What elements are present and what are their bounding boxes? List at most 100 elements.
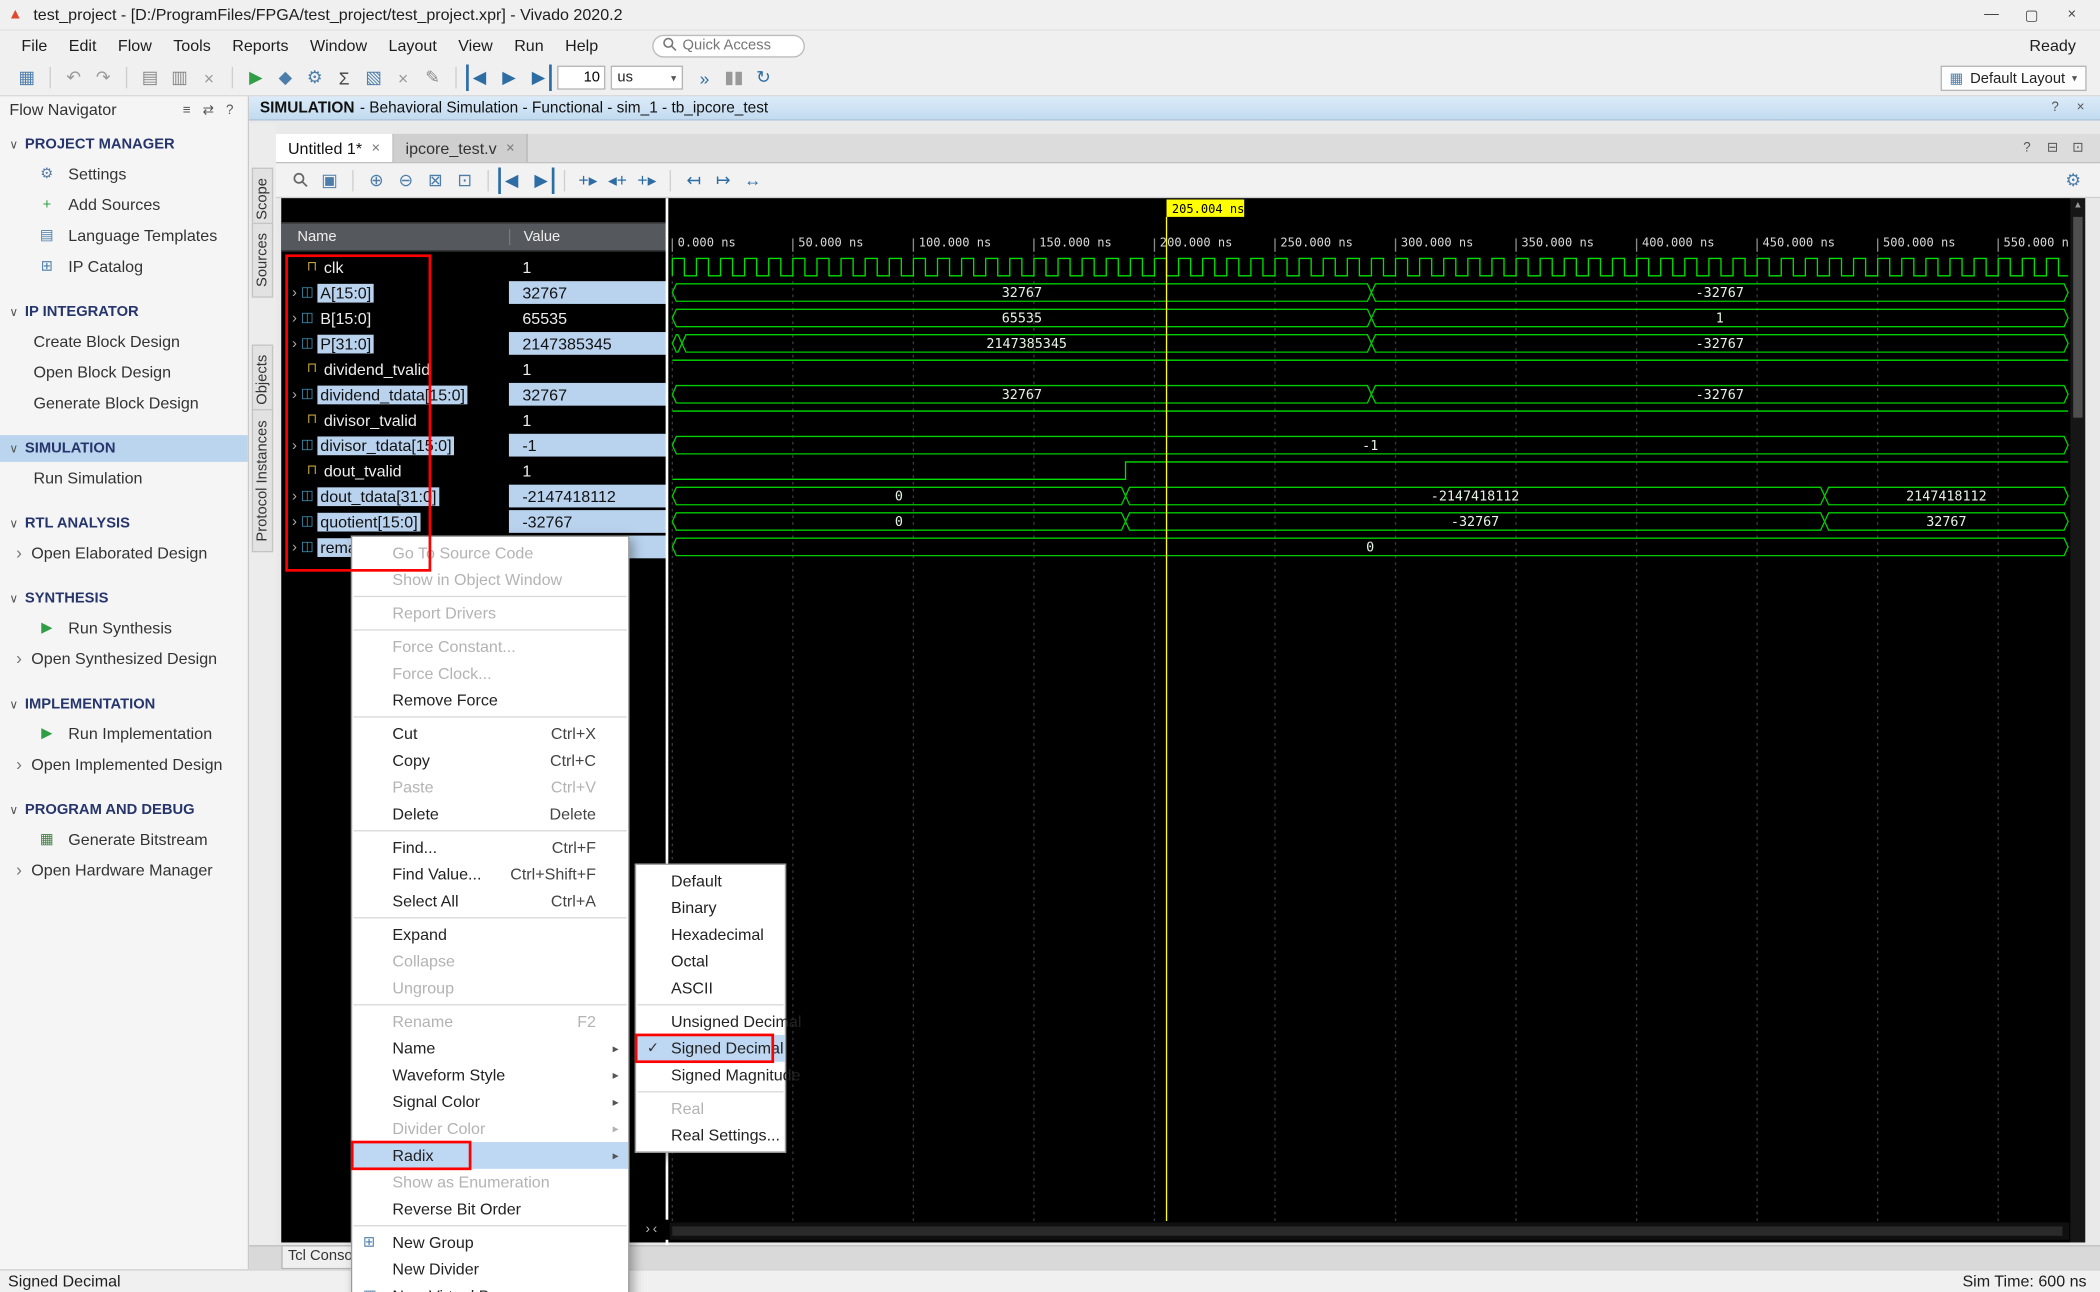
swap-cursor-icon[interactable]: ↔ — [739, 167, 766, 194]
report-icon[interactable]: ▧ — [360, 64, 387, 91]
tab-ipcore-test-v[interactable]: ipcore_test.v× — [393, 134, 528, 162]
zoom-cursor-icon[interactable]: ⊡ — [451, 167, 478, 194]
menu-help[interactable]: Help — [554, 32, 608, 59]
signal-row[interactable]: ›◫A[15:0]32767 — [281, 280, 667, 305]
menu-item-reverse-bit-order[interactable]: Reverse Bit Order — [352, 1196, 628, 1223]
close-button[interactable]: × — [2052, 0, 2092, 29]
menu-item-unsigned-decimal[interactable]: Unsigned Decimal — [636, 1008, 785, 1035]
next-transition-icon[interactable]: ▶ — [528, 167, 555, 194]
chevron-right-icon[interactable]: › — [16, 542, 22, 562]
signal-row[interactable]: ›◫B[15:0]65535 — [281, 305, 667, 330]
flow-section-synthesis[interactable]: ∨SYNTHESIS — [0, 585, 248, 612]
signal-row[interactable]: ⊓clk1 — [281, 254, 667, 279]
menu-layout[interactable]: Layout — [378, 32, 448, 59]
flow-item-generate-block-design[interactable]: Generate Block Design — [0, 387, 248, 418]
menu-item-hexadecimal[interactable]: Hexadecimal — [636, 921, 785, 948]
flow-item-open-block-design[interactable]: Open Block Design — [0, 356, 248, 387]
chevron-right-icon[interactable]: › — [292, 539, 297, 555]
gear-icon[interactable]: ⚙ — [33, 164, 60, 183]
time-unit-select[interactable]: us ▾ — [611, 66, 683, 90]
step-icon[interactable]: » — [691, 64, 718, 91]
flow-section-rtl-analysis[interactable]: ∨RTL ANALYSIS — [0, 510, 248, 537]
menu-run[interactable]: Run — [503, 32, 554, 59]
chevron-right-icon[interactable]: › — [292, 437, 297, 453]
signal-row[interactable]: ›◫dout_tdata[31:0]-2147418112 — [281, 483, 667, 508]
menu-item-signed-decimal[interactable]: ✓Signed Decimal — [636, 1035, 785, 1062]
menu-item-default[interactable]: Default — [636, 868, 785, 895]
menu-item-real-settings[interactable]: Real Settings... — [636, 1122, 785, 1149]
float-icon[interactable]: ⊟ — [2044, 139, 2061, 156]
goto-start-icon[interactable]: ↤ — [680, 167, 707, 194]
menu-view[interactable]: View — [448, 32, 504, 59]
menu-item-name[interactable]: Name▸ — [352, 1035, 628, 1062]
signal-row[interactable]: ⊓dividend_tvalid1 — [281, 356, 667, 381]
chevron-right-icon[interactable]: › — [292, 386, 297, 402]
maximize-button[interactable]: ▢ — [2012, 0, 2052, 29]
scrollbar-thumb[interactable] — [2073, 217, 2082, 418]
flow-item-open-hardware-manager[interactable]: ›Open Hardware Manager — [0, 854, 248, 885]
signal-row[interactable]: ⊓dout_tvalid1 — [281, 458, 667, 483]
restart-icon[interactable]: ◀ — [466, 64, 493, 91]
chevron-right-icon[interactable]: › — [16, 648, 22, 668]
settings-icon[interactable]: ⚙ — [301, 64, 328, 91]
paste-icon[interactable]: ▥ — [166, 64, 193, 91]
run-all-icon[interactable]: ▶ — [496, 64, 523, 91]
find-icon[interactable] — [287, 167, 314, 194]
flow-section-simulation[interactable]: ∨SIMULATION — [0, 435, 248, 462]
chevron-right-icon[interactable]: › — [646, 1222, 650, 1237]
chevron-right-icon[interactable]: › — [292, 310, 297, 326]
menu-file[interactable]: File — [11, 32, 58, 59]
ip-catalog-icon[interactable]: ⊞ — [33, 256, 60, 275]
switch-icon[interactable]: ⇄ — [200, 101, 217, 118]
signal-row[interactable]: ⊓divisor_tvalid1 — [281, 407, 667, 432]
menu-window[interactable]: Window — [299, 32, 378, 59]
relaunch-icon[interactable]: ↻ — [750, 64, 777, 91]
flow-item-generate-bitstream[interactable]: ▦Generate Bitstream — [0, 823, 248, 854]
flow-item-run-implementation[interactable]: ▶Run Implementation — [0, 718, 248, 749]
run-icon[interactable]: ▶ — [242, 64, 269, 91]
flow-item-add-sources[interactable]: +Add Sources — [0, 189, 248, 220]
add-marker-icon[interactable]: +▸ — [575, 167, 602, 194]
menu-item-remove-force[interactable]: Remove Force — [352, 687, 628, 714]
cancel-icon[interactable]: × — [390, 64, 417, 91]
close-icon[interactable]: × — [506, 140, 515, 156]
chevron-right-icon[interactable]: › — [292, 335, 297, 351]
flow-item-open-implemented-design[interactable]: ›Open Implemented Design — [0, 748, 248, 779]
side-tab-protocol-instances[interactable]: Protocol Instances — [252, 410, 273, 553]
horizontal-scrollbar[interactable] — [670, 1222, 2070, 1239]
chevron-right-icon[interactable]: › — [16, 860, 22, 880]
scrollbar-thumb[interactable] — [672, 1226, 2062, 1235]
flow-item-ip-catalog[interactable]: ⊞IP Catalog — [0, 250, 248, 281]
tab-untitled-1[interactable]: Untitled 1*× — [276, 134, 394, 162]
vertical-scrollbar[interactable]: ▲ — [2071, 198, 2086, 1242]
bitstream-icon[interactable]: ▦ — [33, 829, 60, 848]
menu-edit[interactable]: Edit — [58, 32, 107, 59]
side-tab-scope[interactable]: Scope — [252, 167, 273, 230]
menu-item-find-value[interactable]: Find Value...Ctrl+Shift+F — [352, 861, 628, 888]
menu-item-signal-color[interactable]: Signal Color▸ — [352, 1088, 628, 1115]
close-icon[interactable]: × — [2072, 99, 2089, 116]
flow-item-run-synthesis[interactable]: ▶Run Synthesis — [0, 612, 248, 643]
pause-icon[interactable]: ▮▮ — [721, 64, 748, 91]
flow-section-ip-integrator[interactable]: ∨IP INTEGRATOR — [0, 299, 248, 326]
zoom-in-icon[interactable]: ⊕ — [363, 167, 390, 194]
menu-item-new-virtual-bus[interactable]: ▥New Virtual Bus — [352, 1283, 628, 1292]
edit-icon[interactable]: ✎ — [419, 64, 446, 91]
collapse-icon[interactable]: ≡ — [178, 101, 195, 118]
value-column-header[interactable]: Value — [509, 229, 667, 245]
run-icon[interactable]: ▶ — [33, 618, 60, 637]
minimize-button[interactable]: — — [1971, 0, 2011, 29]
menu-item-select-all[interactable]: Select AllCtrl+A — [352, 888, 628, 915]
program-icon[interactable]: ◆ — [272, 64, 299, 91]
menu-item-waveform-style[interactable]: Waveform Style▸ — [352, 1062, 628, 1089]
run-for-icon[interactable]: ▶ — [525, 64, 552, 91]
menu-item-ascii[interactable]: ASCII — [636, 975, 785, 1002]
quick-access-box[interactable] — [652, 34, 805, 57]
chevron-right-icon[interactable]: › — [292, 285, 297, 301]
flow-item-create-block-design[interactable]: Create Block Design — [0, 325, 248, 356]
prev-transition-icon[interactable]: ◀ — [498, 167, 525, 194]
menu-item-cut[interactable]: CutCtrl+X — [352, 720, 628, 747]
prev-marker-icon[interactable]: ◂+ — [604, 167, 631, 194]
splitter-collapse-buttons[interactable]: ›‹ — [646, 1220, 670, 1240]
side-tab-sources[interactable]: Sources — [252, 222, 273, 297]
